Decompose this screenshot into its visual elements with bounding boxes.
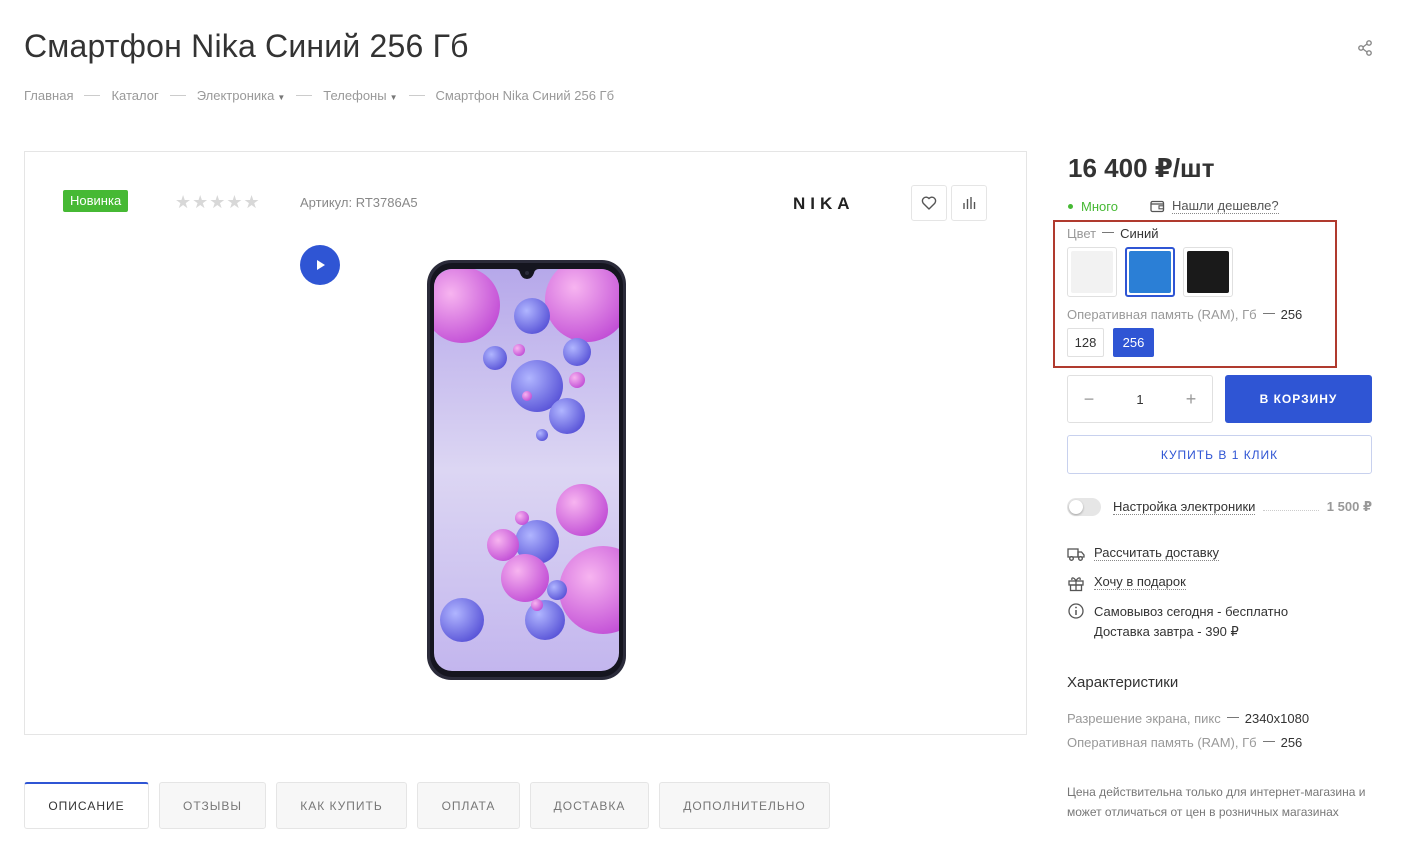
breadcrumb-home[interactable]: Главная <box>24 88 73 103</box>
quantity-input[interactable] <box>1120 391 1160 407</box>
page-title: Смартфон Nika Синий 256 Гб <box>24 28 469 64</box>
swatch-fill <box>1129 251 1171 293</box>
label-dash <box>1102 232 1115 234</box>
tab-reviews[interactable]: ОТЗЫВЫ <box>159 782 266 829</box>
service-toggle[interactable] <box>1067 498 1101 516</box>
quantity-stepper: − + <box>1067 375 1213 423</box>
info-icon <box>1068 603 1084 619</box>
delivery-info-text: Самовывоз сегодня - бесплатно Доставка з… <box>1094 602 1288 642</box>
compare-button[interactable] <box>951 185 987 221</box>
tab-how-to-buy[interactable]: КАК КУПИТЬ <box>276 782 407 829</box>
compare-chart-icon <box>963 197 976 209</box>
swatch-fill <box>1187 251 1229 293</box>
tab-payment[interactable]: ОПЛАТА <box>417 782 520 829</box>
brand-logo[interactable]: NIKA <box>793 194 855 214</box>
breadcrumb-current: Смартфон Nika Синий 256 Гб <box>435 88 615 103</box>
pickup-info: Самовывоз сегодня - бесплатно <box>1094 604 1289 619</box>
product-tabs: ОПИСАНИЕ ОТЗЫВЫ КАК КУПИТЬ ОПЛАТА ДОСТАВ… <box>24 782 840 829</box>
color-swatch-white[interactable] <box>1067 247 1117 297</box>
found-cheaper-link[interactable]: Нашли дешевле? <box>1150 198 1279 214</box>
service-option: Настройка электроники 1 500 ₽ <box>1067 496 1372 518</box>
label-dash <box>1226 717 1239 719</box>
article-number: Артикул: RT3786A5 <box>300 195 418 210</box>
ram-label-text: Оперативная память (RAM), Гб <box>1067 307 1257 322</box>
breadcrumb-separator <box>296 95 313 96</box>
toggle-knob <box>1069 500 1083 514</box>
label-dash <box>1262 741 1275 743</box>
characteristic-row: Оперативная память (RAM), Гб 256 <box>1067 735 1302 750</box>
characteristic-row: Разрешение экрана, пикс 2340x1080 <box>1067 711 1309 726</box>
breadcrumb-electronics-label: Электроника <box>196 88 275 103</box>
new-badge: Новинка <box>63 190 129 212</box>
gift-row: Хочу в подарок <box>1067 574 1186 592</box>
breadcrumb-phones[interactable]: Телефоны ▼ <box>323 88 397 103</box>
price-note: Цена действительна только для интернет-м… <box>1067 785 1366 819</box>
gift-icon <box>1068 577 1084 592</box>
caret-down-icon: ▼ <box>389 93 398 102</box>
calc-delivery-row: Рассчитать доставку <box>1067 545 1220 563</box>
product-price: 16 400 ₽/шт <box>1068 153 1215 183</box>
ram-value: 256 <box>1280 307 1303 322</box>
add-to-cart-button[interactable]: В КОРЗИНУ <box>1225 375 1372 423</box>
calc-delivery-link[interactable]: Рассчитать доставку <box>1094 545 1220 561</box>
service-name[interactable]: Настройка электроники <box>1113 499 1256 515</box>
found-cheaper-label: Нашли дешевле? <box>1172 198 1279 214</box>
ram-option-128[interactable]: 128 <box>1067 328 1104 357</box>
product-gallery: Новинка ★★★★★ Артикул: RT3786A5 NIKA <box>24 151 1027 735</box>
stock-status: Много <box>1068 199 1118 214</box>
caret-down-icon: ▼ <box>277 93 286 102</box>
color-label-text: Цвет <box>1067 226 1097 241</box>
video-play-button[interactable] <box>300 245 340 285</box>
gift-link[interactable]: Хочу в подарок <box>1094 574 1186 590</box>
breadcrumb-separator <box>408 95 425 96</box>
delivery-cost-info: Доставка завтра - 390 ₽ <box>1094 624 1239 639</box>
rating-stars[interactable]: ★★★★★ <box>175 192 261 213</box>
quantity-minus-button[interactable]: − <box>1082 389 1096 410</box>
breadcrumb-separator <box>169 95 186 96</box>
breadcrumb-separator <box>84 95 101 96</box>
heart-icon <box>921 196 937 210</box>
breadcrumb-phones-label: Телефоны <box>323 88 387 103</box>
truck-icon <box>1067 548 1085 561</box>
breadcrumb: Главная Каталог Электроника ▼ Телефоны ▼ С… <box>24 88 614 103</box>
play-icon <box>317 260 325 270</box>
delivery-info: Самовывоз сегодня - бесплатно Доставка з… <box>1067 602 1288 642</box>
leader-dots <box>1263 503 1319 511</box>
quantity-plus-button[interactable]: + <box>1184 389 1198 410</box>
color-swatch-black[interactable] <box>1183 247 1233 297</box>
ram-option-256[interactable]: 256 <box>1113 328 1154 357</box>
stock-label: Много <box>1081 199 1118 214</box>
color-swatch-blue[interactable] <box>1125 247 1175 297</box>
favorite-button[interactable] <box>911 185 947 221</box>
label-dash <box>1262 313 1275 315</box>
characteristic-value: 256 <box>1280 735 1303 750</box>
wallet-icon <box>1150 200 1165 213</box>
characteristic-value: 2340x1080 <box>1244 711 1310 726</box>
swatch-fill <box>1071 251 1113 293</box>
tab-additional[interactable]: ДОПОЛНИТЕЛЬНО <box>659 782 830 829</box>
breadcrumb-catalog[interactable]: Каталог <box>111 88 158 103</box>
ram-label: Оперативная память (RAM), Гб 256 <box>1067 307 1302 322</box>
characteristic-label: Разрешение экрана, пикс <box>1067 711 1221 726</box>
stock-dot-icon <box>1068 204 1073 209</box>
breadcrumb-electronics[interactable]: Электроника ▼ <box>197 88 286 103</box>
tab-description[interactable]: ОПИСАНИЕ <box>24 782 149 829</box>
characteristic-label: Оперативная память (RAM), Гб <box>1067 735 1257 750</box>
buy-one-click-button[interactable]: КУПИТЬ В 1 КЛИК <box>1067 435 1372 474</box>
service-price: 1 500 ₽ <box>1326 499 1372 514</box>
share-icon[interactable] <box>1355 38 1375 58</box>
characteristics-title: Характеристики <box>1067 674 1179 691</box>
color-value: Синий <box>1120 226 1159 241</box>
color-label: Цвет Синий <box>1067 226 1159 241</box>
product-image[interactable] <box>427 260 626 680</box>
tab-delivery[interactable]: ДОСТАВКА <box>530 782 649 829</box>
